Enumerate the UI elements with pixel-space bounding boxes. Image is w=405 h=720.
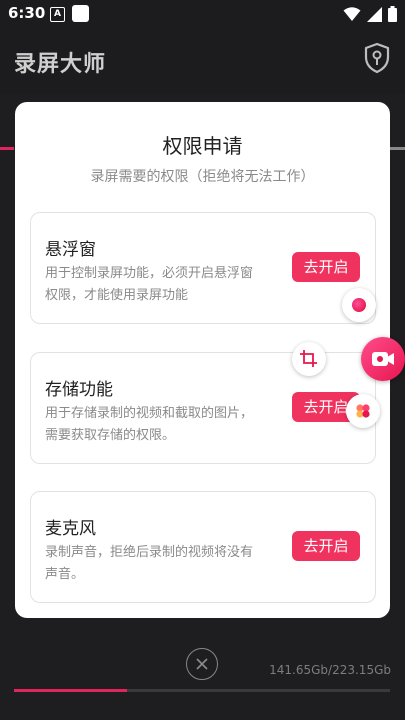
card-description: 用于控制录屏功能，必须开启悬浮窗权限，才能使用录屏功能	[45, 266, 254, 303]
flower-icon[interactable]	[346, 394, 380, 428]
square-icon	[72, 5, 89, 22]
enable-microphone-button[interactable]: 去开启	[292, 531, 360, 561]
status-bar: 6:30 A	[0, 0, 405, 28]
battery-icon	[388, 6, 397, 22]
status-time: 6:30	[8, 4, 46, 22]
storage-progress-bar	[14, 689, 390, 692]
card-description: 录制声音，拒绝后录制的视频将没有声音。	[45, 545, 254, 582]
permission-card-microphone: 麦克风 录制声音，拒绝后录制的视频将没有声音。 去开启	[30, 491, 376, 603]
record-dot-icon[interactable]	[342, 288, 376, 322]
notification-a-icon: A	[50, 7, 65, 22]
close-circle-icon[interactable]	[186, 648, 218, 680]
dialog-title: 权限申请	[162, 134, 243, 158]
card-title: 悬浮窗	[45, 240, 96, 260]
dialog-subtitle: 录屏需要的权限（拒绝将无法工作）	[90, 169, 315, 185]
permission-card-overlay: 悬浮窗 用于控制录屏功能，必须开启悬浮窗权限，才能使用录屏功能 去开启	[30, 212, 376, 324]
card-title: 麦克风	[45, 519, 96, 539]
card-title: 存储功能	[45, 380, 113, 400]
accent-line-gray	[390, 147, 405, 150]
shield-key-icon[interactable]	[363, 42, 391, 74]
permission-dialog: 权限申请 录屏需要的权限（拒绝将无法工作） 悬浮窗 用于控制录屏功能，必须开启悬…	[15, 102, 390, 618]
accent-line	[0, 147, 14, 150]
video-camera-icon[interactable]	[361, 337, 405, 381]
app-title: 录屏大师	[14, 52, 107, 77]
storage-progress-fill	[14, 689, 127, 692]
app-bar: 录屏大师	[0, 28, 405, 94]
wifi-icon	[343, 7, 361, 21]
crop-icon[interactable]	[292, 342, 326, 376]
card-description: 用于存储录制的视频和截取的图片，需要获取存储的权限。	[45, 406, 254, 443]
enable-overlay-button[interactable]: 去开启	[292, 252, 360, 282]
signal-icon	[367, 6, 382, 22]
storage-usage: 141.65Gb/223.15Gb	[269, 663, 391, 677]
